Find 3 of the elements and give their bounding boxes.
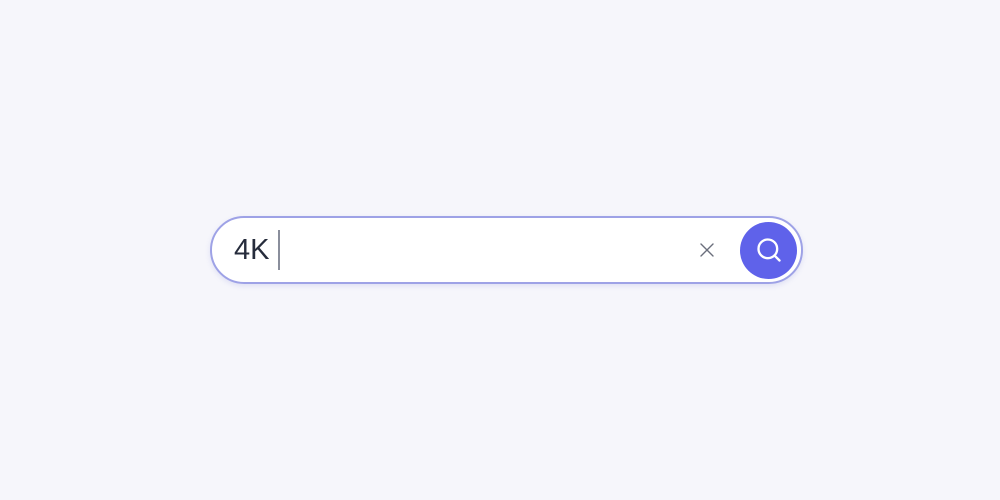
search-field[interactable]: 4K (210, 216, 803, 284)
search-button[interactable] (740, 222, 797, 278)
search-icon (754, 236, 782, 264)
